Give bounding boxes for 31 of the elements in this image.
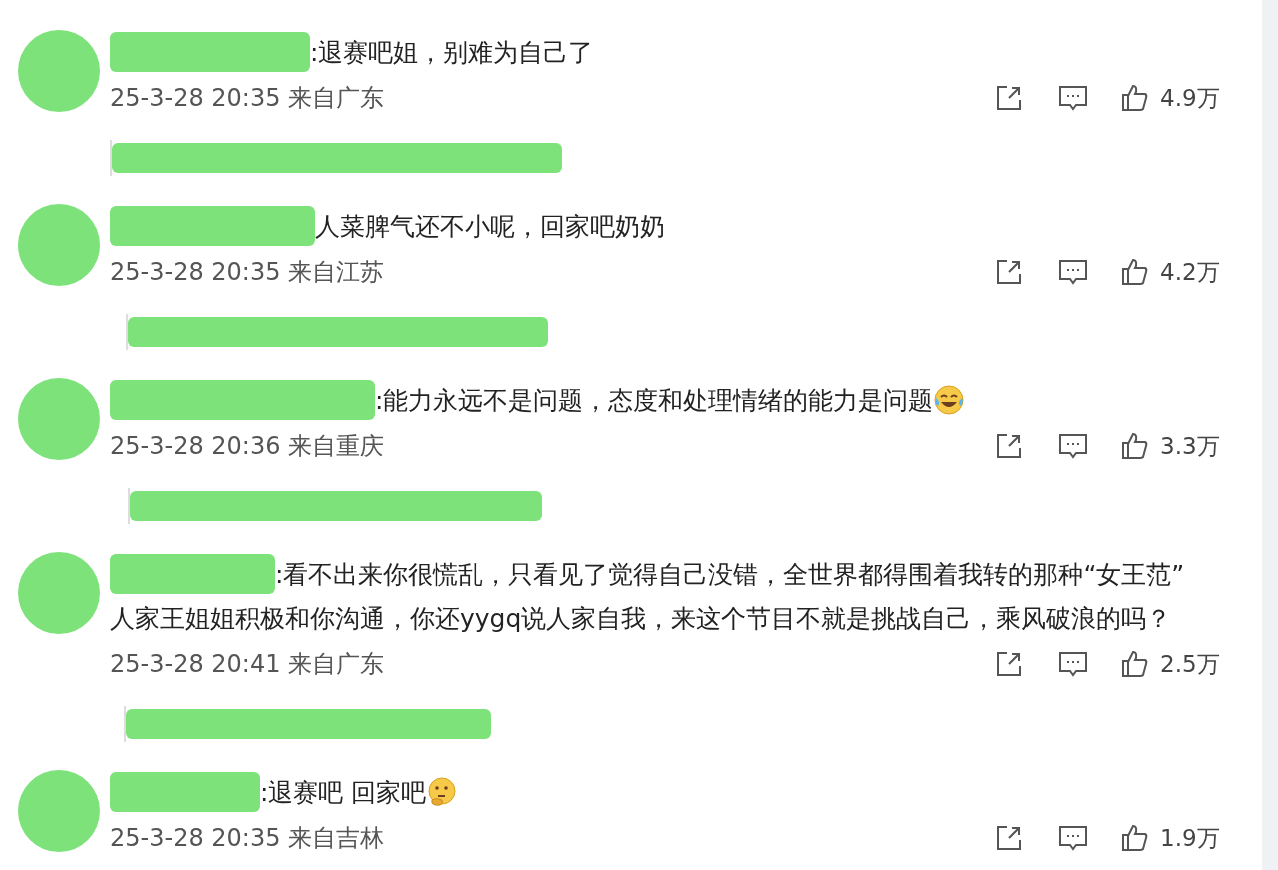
comment-icon[interactable] (1058, 257, 1088, 287)
comment-date: 25-3-28 20:36 来自重庆 (110, 431, 385, 462)
like-count: 4.2万 (1160, 257, 1221, 287)
like-count: 1.9万 (1160, 823, 1221, 853)
comment-text: :能力永远不是问题，态度和处理情绪的能力是问题 (375, 384, 934, 417)
comment-text: 人家王姐姐积极和你沟通，你还yygq说人家自我，来这个节目不就是挑战自己，乘风破浪的吗？ (110, 602, 1172, 635)
comment-text: :看不出来你很慌乱，只看见了觉得自己没错，全世界都得围着我转的那种“女王范” (275, 558, 1185, 591)
comment-icon[interactable] (1058, 649, 1088, 679)
share-icon[interactable] (994, 83, 1024, 113)
comment-text: 人菜脾气还不小呢，回家吧奶奶 (315, 210, 665, 243)
share-icon[interactable] (994, 823, 1024, 853)
comment-icon[interactable] (1058, 431, 1088, 461)
share-icon[interactable] (994, 431, 1024, 461)
share-icon[interactable] (994, 257, 1024, 287)
like-icon[interactable] (1120, 257, 1150, 287)
comment-date: 25-3-28 20:41 来自广东 (110, 649, 385, 680)
comment-text: :退赛吧姐，别难为自己了 (310, 36, 594, 69)
share-icon[interactable] (994, 649, 1024, 679)
like-icon[interactable] (1120, 83, 1150, 113)
like-count: 3.3万 (1160, 431, 1221, 461)
like-icon[interactable] (1120, 649, 1150, 679)
like-icon[interactable] (1120, 431, 1150, 461)
comment-text: :退赛吧 回家吧 (260, 776, 427, 809)
like-count: 4.9万 (1160, 83, 1221, 113)
like-count: 2.5万 (1160, 649, 1221, 679)
comment-date: 25-3-28 20:35 来自江苏 (110, 257, 385, 288)
comment-date: 25-3-28 20:35 来自吉林 (110, 823, 385, 854)
like-icon[interactable] (1120, 823, 1150, 853)
comment-date: 25-3-28 20:35 来自广东 (110, 83, 385, 114)
comment-icon[interactable] (1058, 823, 1088, 853)
comment-icon[interactable] (1058, 83, 1088, 113)
